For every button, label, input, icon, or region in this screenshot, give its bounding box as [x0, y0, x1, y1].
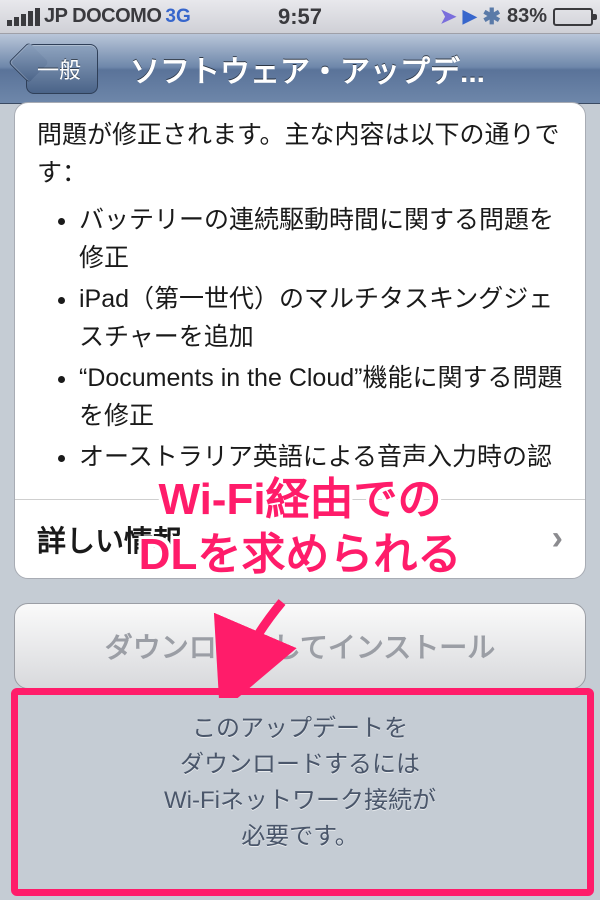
- more-info-label: 詳しい情報: [37, 518, 182, 560]
- page-title: ソフトウェア・アップデ...: [130, 47, 588, 91]
- hint-line: このアップデートを: [14, 711, 586, 747]
- hint-line: ダウンロードするには: [14, 747, 586, 783]
- update-bullet-list: バッテリーの連続駆動時間に関する問題を修正 iPad（第一世代）のマルチタスキン…: [79, 202, 563, 477]
- list-item: オーストラリア英語による音声入力時の認: [79, 439, 563, 477]
- update-description: 問題が修正されます。主な内容は以下の通りです： バッテリーの連続駆動時間に関する…: [15, 103, 585, 500]
- nav-bar: 一般 ソフトウェア・アップデ...: [0, 34, 600, 104]
- network-type: 3G: [165, 6, 190, 28]
- location-icon: ➤: [440, 4, 457, 29]
- battery-icon: [553, 8, 593, 26]
- back-button[interactable]: 一般: [26, 44, 98, 94]
- list-item: バッテリーの連続駆動時間に関する問題を修正: [79, 202, 563, 277]
- update-card: 問題が修正されます。主な内容は以下の通りです： バッテリーの連続駆動時間に関する…: [14, 102, 586, 579]
- wifi-required-hint: このアップデートを ダウンロードするには Wi-Fiネットワーク接続が 必要です…: [14, 711, 586, 855]
- list-item: “Documents in the Cloud”機能に関する問題を修正: [79, 360, 563, 435]
- hint-line: 必要です。: [14, 819, 586, 855]
- status-right: ➤ ▶ ✱ 83%: [440, 4, 593, 30]
- clock: 9:57: [278, 4, 322, 30]
- signal-icon: [7, 8, 40, 26]
- back-button-label: 一般: [37, 58, 81, 83]
- status-bar: JP DOCOMO 3G 9:57 ➤ ▶ ✱ 83%: [0, 0, 600, 34]
- status-left: JP DOCOMO 3G: [7, 5, 191, 28]
- update-intro: 問題が修正されます。主な内容は以下の通りです：: [37, 117, 563, 192]
- carrier-label: JP DOCOMO: [44, 5, 161, 28]
- bluetooth-icon: ✱: [483, 4, 501, 30]
- download-install-label: ダウンロードしてインストール: [105, 632, 496, 663]
- chevron-right-icon: ›: [552, 519, 563, 558]
- download-install-button[interactable]: ダウンロードしてインストール: [14, 603, 586, 689]
- hint-line: Wi-Fiネットワーク接続が: [14, 783, 586, 819]
- battery-percent: 83%: [507, 5, 547, 28]
- more-info-row[interactable]: 詳しい情報 ›: [15, 500, 585, 578]
- content-area: 問題が修正されます。主な内容は以下の通りです： バッテリーの連続駆動時間に関する…: [0, 102, 600, 898]
- list-item: iPad（第一世代）のマルチタスキングジェスチャーを追加: [79, 281, 563, 356]
- play-icon: ▶: [463, 6, 477, 27]
